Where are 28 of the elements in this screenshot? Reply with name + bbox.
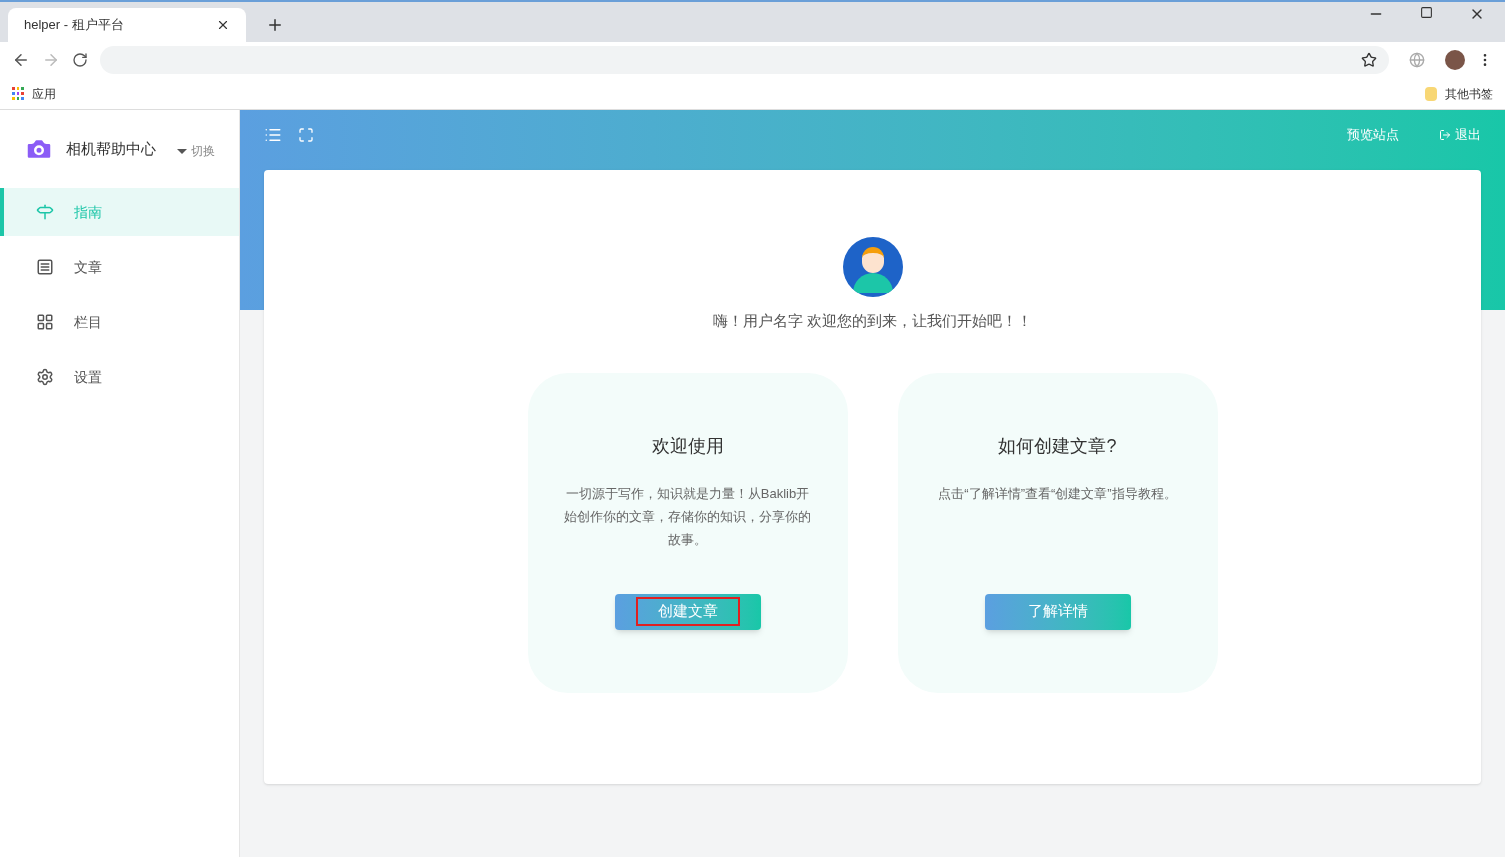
- browser-tab[interactable]: helper - 租户平台: [8, 8, 246, 42]
- maximize-icon[interactable]: [1420, 6, 1433, 19]
- sidebar-item[interactable]: 文章: [0, 243, 239, 291]
- card-title: 欢迎使用: [651, 434, 724, 458]
- profile-avatar[interactable]: [1445, 50, 1465, 70]
- greeting-text: 嗨！用户名字 欢迎您的到来，让我们开始吧！！: [712, 311, 1033, 331]
- site-name: 相机帮助中心: [66, 138, 156, 159]
- card-description: 点击“了解详情”查看“创建文章”指导教程。: [938, 484, 1177, 503]
- card-description: 一切源于写作，知识就是力量！从Baklib开始创作你的文章，存储你的知识，分享你的故事。: [563, 484, 812, 549]
- switch-button[interactable]: 切换: [177, 142, 215, 160]
- bookmark-item[interactable]: 其他书签: [1425, 84, 1493, 103]
- sidebar-item[interactable]: 设置: [0, 353, 239, 401]
- caret-icon: [177, 148, 187, 154]
- signpost-icon: [36, 203, 54, 221]
- grid-icon: [36, 313, 54, 331]
- close-icon[interactable]: [216, 18, 230, 32]
- new-tab-icon[interactable]: [266, 16, 284, 34]
- back-icon[interactable]: [12, 51, 30, 69]
- card-title: 如何创建文章?: [998, 434, 1117, 458]
- logout-icon: [1439, 129, 1451, 141]
- apps-grid-icon: [12, 87, 24, 100]
- star-icon[interactable]: [1361, 52, 1377, 68]
- reload-icon[interactable]: [72, 52, 88, 68]
- folder-icon: [1425, 86, 1437, 101]
- settings-icon: [36, 368, 54, 386]
- document-icon: [36, 258, 54, 276]
- sidebar-item[interactable]: 栏目: [0, 298, 239, 346]
- bookmark-item[interactable]: 应用: [12, 84, 56, 103]
